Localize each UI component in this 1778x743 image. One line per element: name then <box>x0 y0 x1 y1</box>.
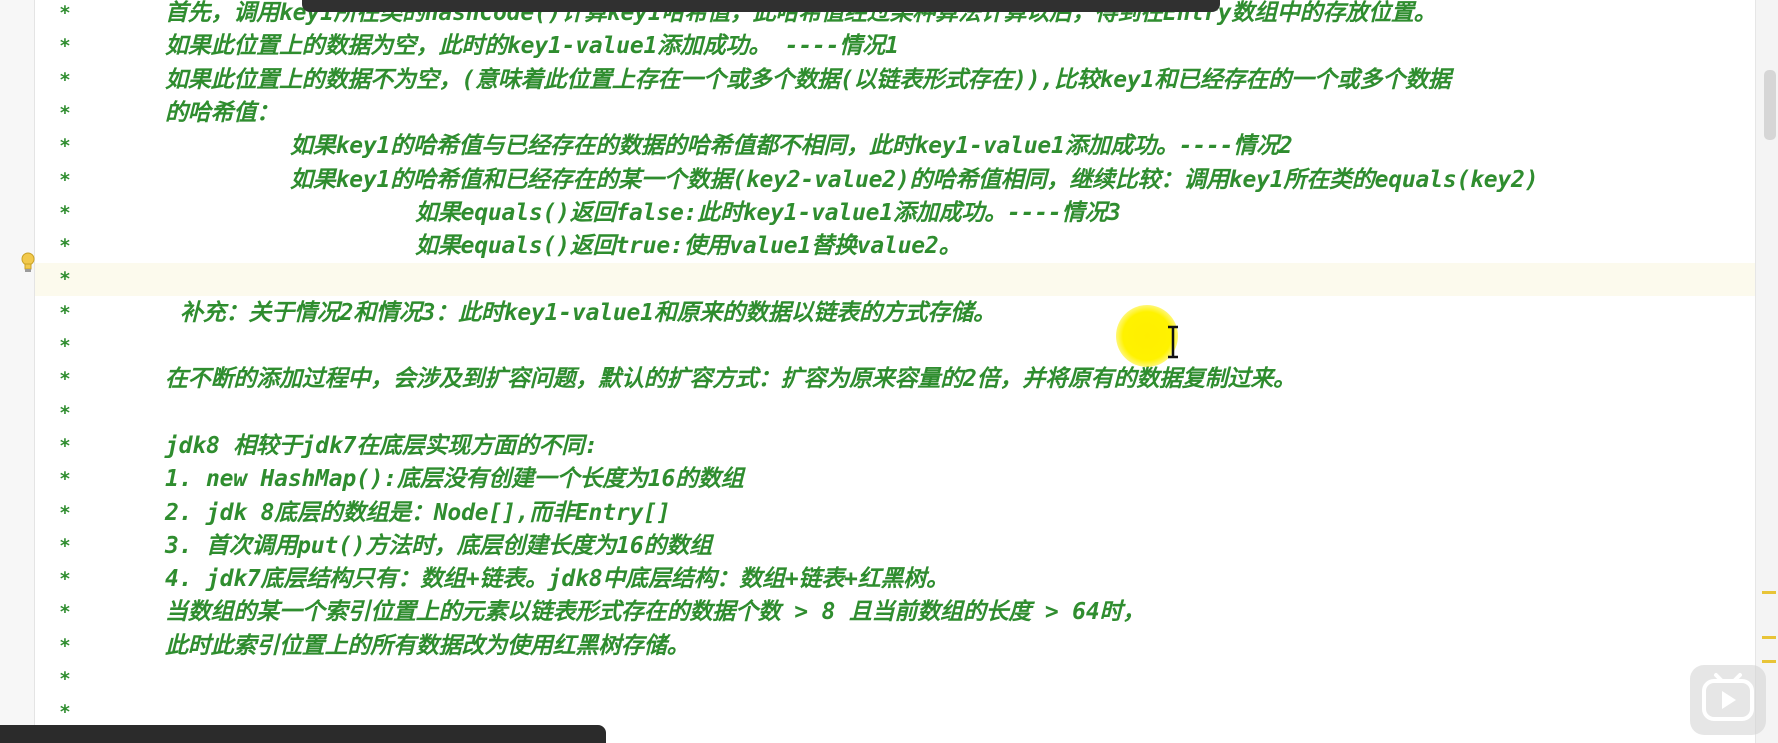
comment-text: 的哈希值： <box>165 99 280 126</box>
comment-marker: * <box>59 35 71 58</box>
scroll-marker <box>1762 591 1776 594</box>
comment-marker: * <box>59 501 71 524</box>
code-line[interactable]: * 1. new HashMap():底层没有创建一个长度为16的数组 <box>35 463 1756 496</box>
code-line[interactable]: * 如果此位置上的数据不为空，(意味着此位置上存在一个或多个数据(以链表形式存在)… <box>35 64 1756 97</box>
comment-text: 1. new HashMap():底层没有创建一个长度为16的数组 <box>165 466 744 493</box>
comment-text: 如果equals()返回true:使用value1替换value2。 <box>415 233 962 260</box>
code-line[interactable]: * 如果equals()返回true:使用value1替换value2。 <box>35 230 1756 263</box>
comment-marker: * <box>59 434 71 457</box>
text-cursor-icon <box>1168 325 1178 359</box>
comment-marker: * <box>59 201 71 224</box>
comment-text: 当数组的某一个索引位置上的元素以链表形式存在的数据个数 > 8 且当前数组的长度… <box>165 599 1146 626</box>
comment-text: 3. 首次调用put()方法时，底层创建长度为16的数组 <box>165 532 712 559</box>
play-icon <box>1702 673 1754 721</box>
scrollbar-thumb[interactable] <box>1764 70 1776 140</box>
comment-marker: * <box>59 668 71 690</box>
comment-marker: * <box>59 268 71 291</box>
bottom-overlay-bar <box>0 725 606 743</box>
comment-marker: * <box>59 2 71 24</box>
code-line[interactable]: * 如果key1的哈希值和已经存在的某一个数据(key2-value2)的哈希值相… <box>35 164 1756 197</box>
code-line[interactable]: * 4. jdk7底层结构只有：数组+链表。jdk8中底层结构：数组+链表+红黑树… <box>35 563 1756 596</box>
comment-marker: * <box>59 534 71 557</box>
comment-marker: * <box>59 468 71 491</box>
comment-text: 补充：关于情况2和情况3：此时key1-value1和原来的数据以链表的方式存储… <box>180 299 996 326</box>
comment-marker: * <box>59 301 71 324</box>
editor-gutter <box>0 0 35 743</box>
scroll-marker <box>1762 636 1776 639</box>
comment-marker: * <box>59 401 71 424</box>
comment-text: 在不断的添加过程中，会涉及到扩容问题，默认的扩容方式：扩容为原来容量的2倍，并将… <box>165 366 1296 393</box>
code-line[interactable]: * 此时此索引位置上的所有数据改为使用红黑树存储。 <box>35 630 1756 663</box>
code-line[interactable]: * <box>35 663 1756 696</box>
comment-marker: * <box>59 101 71 124</box>
code-line[interactable]: * <box>35 330 1756 363</box>
vertical-scrollbar[interactable] <box>1755 0 1778 743</box>
comment-marker: * <box>59 368 71 391</box>
code-line[interactable]: * <box>35 263 1756 297</box>
comment-marker: * <box>59 568 71 591</box>
top-overlay-bar <box>302 0 1220 12</box>
comment-marker: * <box>59 634 71 657</box>
code-line[interactable]: * 如果equals()返回false:此时key1-value1添加成功。---… <box>35 197 1756 230</box>
code-line[interactable]: * 的哈希值： <box>35 97 1756 130</box>
code-line[interactable]: * 如果此位置上的数据为空，此时的key1-value1添加成功。 ----情况1 <box>35 30 1756 63</box>
comment-marker: * <box>59 601 71 624</box>
comment-marker: * <box>59 335 71 357</box>
play-button[interactable] <box>1690 665 1766 735</box>
comment-text: 如果此位置上的数据不为空，(意味着此位置上存在一个或多个数据(以链表形式存在))… <box>165 66 1451 93</box>
code-editor[interactable]: * 首先，调用key1所在类的hashCode()计算key1哈希值，此哈希值经过… <box>35 0 1778 743</box>
comment-text: 如果key1的哈希值与已经存在的数据的哈希值都不相同，此时key1-value1… <box>290 133 1293 160</box>
code-line[interactable]: * 补充：关于情况2和情况3：此时key1-value1和原来的数据以链表的方式存… <box>35 297 1756 330</box>
code-line[interactable]: * 3. 首次调用put()方法时，底层创建长度为16的数组 <box>35 530 1756 563</box>
comment-text: 此时此索引位置上的所有数据改为使用红黑树存储。 <box>165 632 690 659</box>
comment-marker: * <box>59 235 71 258</box>
comment-text: 如果key1的哈希值和已经存在的某一个数据(key2-value2)的哈希值相同… <box>290 166 1539 193</box>
comment-text: 如果此位置上的数据为空，此时的key1-value1添加成功。 ----情况1 <box>165 33 899 60</box>
code-line[interactable]: * <box>35 397 1756 430</box>
comment-text: 2. jdk 8底层的数组是：Node[],而非Entry[] <box>165 499 671 526</box>
code-line[interactable]: * jdk8 相较于jdk7在底层实现方面的不同: <box>35 430 1756 463</box>
comment-text: 如果equals()返回false:此时key1-value1添加成功。----… <box>415 199 1121 226</box>
code-line[interactable]: * 2. jdk 8底层的数组是：Node[],而非Entry[] <box>35 497 1756 530</box>
comment-marker: * <box>59 135 71 158</box>
code-line[interactable]: * 如果key1的哈希值与已经存在的数据的哈希值都不相同，此时key1-value… <box>35 130 1756 163</box>
comment-text: jdk8 相较于jdk7在底层实现方面的不同: <box>165 432 598 459</box>
comment-marker: * <box>59 168 71 191</box>
lightbulb-icon[interactable] <box>20 252 36 274</box>
code-line[interactable]: * 当数组的某一个索引位置上的元素以链表形式存在的数据个数 > 8 且当前数组的长… <box>35 596 1756 629</box>
comment-text: 4. jdk7底层结构只有：数组+链表。jdk8中底层结构：数组+链表+红黑树。 <box>165 566 949 593</box>
scroll-marker <box>1762 660 1776 663</box>
comment-marker: * <box>59 68 71 91</box>
code-line[interactable]: * 在不断的添加过程中，会涉及到扩容问题，默认的扩容方式：扩容为原来容量的2倍，并… <box>35 363 1756 396</box>
